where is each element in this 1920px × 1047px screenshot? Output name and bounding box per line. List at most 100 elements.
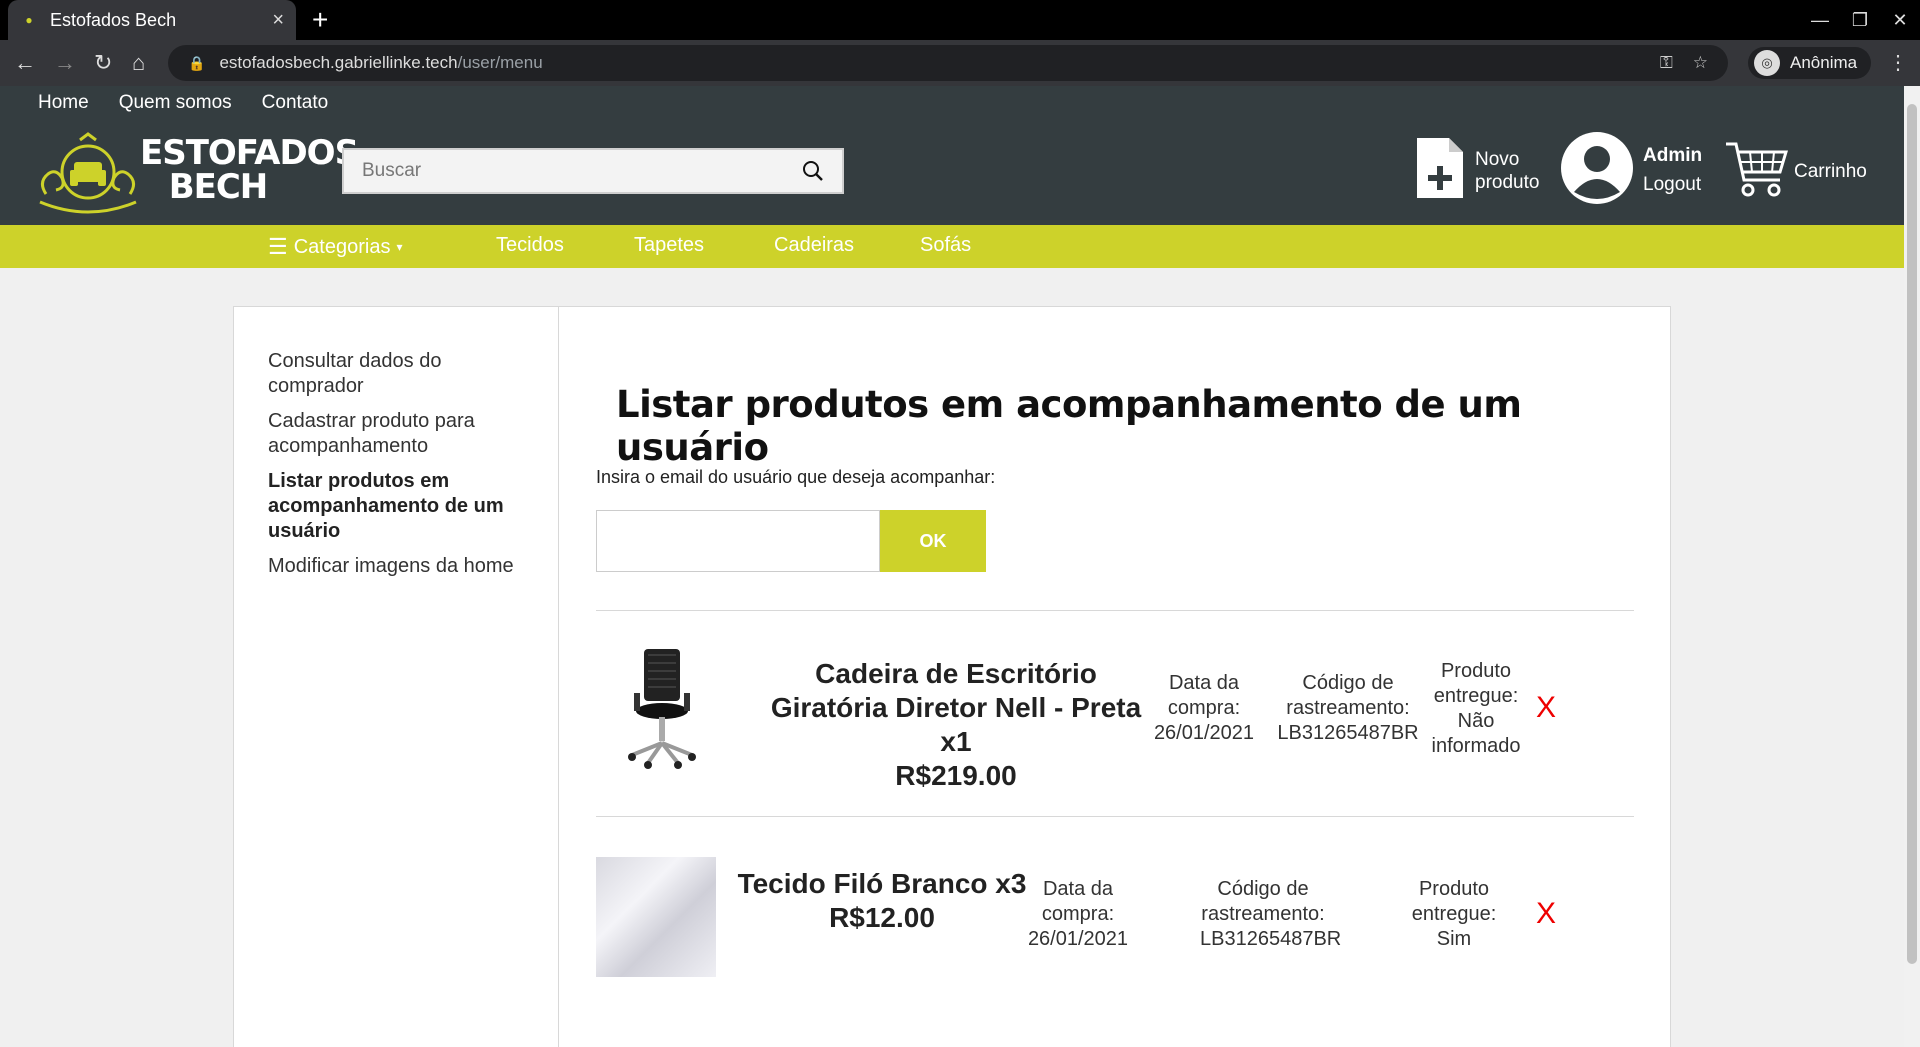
hamburger-icon: ☰ [268, 234, 288, 259]
nav-home[interactable]: Home [38, 92, 89, 114]
sidebar-item-list-tracking[interactable]: Listar produtos em acompanhamento de um … [268, 469, 534, 544]
site-header: Home Quem somos Contato ESTOFADOS BECH B… [0, 86, 1904, 225]
category-bar: ☰ Categorias ▾ Tecidos Tapetes Cadeiras … [0, 225, 1904, 268]
category-tecidos[interactable]: Tecidos [496, 234, 564, 257]
logo[interactable]: ESTOFADOS BECH [36, 132, 359, 216]
category-sofas[interactable]: Sofás [920, 234, 971, 257]
tracking-code-label: Código de rastreamento: [1286, 672, 1410, 719]
remove-button[interactable]: X [1536, 691, 1556, 725]
user-name: Admin [1643, 145, 1703, 166]
new-tab-button[interactable]: + [312, 4, 328, 36]
profile-label: Anônima [1790, 53, 1858, 72]
sidebar-item-buyer-data[interactable]: Consultar dados do comprador [268, 349, 534, 399]
admin-card: Consultar dados do comprador Cadastrar p… [233, 306, 1671, 1047]
product-row: Cadeira de Escritório Giratória Diretor … [596, 611, 1634, 816]
main-content: Listar produtos em acompanhamento de um … [560, 307, 1670, 1047]
sidebar-item-register-tracking[interactable]: Cadastrar produto para acompanhamento [268, 409, 534, 459]
logo-line1: ESTOFADOS [140, 133, 359, 173]
address-bar[interactable]: 🔒 estofadosbech.gabriellinke.tech/user/m… [168, 45, 1728, 81]
user-menu: Admin Logout [1643, 144, 1702, 196]
logo-text: ESTOFADOS BECH [140, 133, 359, 207]
tab-close-icon[interactable]: × [272, 9, 284, 32]
new-product-line2: produto [1475, 172, 1540, 193]
tracking-code: Código de rastreamento: LB31265487BR [1200, 877, 1342, 952]
profile-button[interactable]: ◎ Anônima [1748, 47, 1872, 79]
purchase-date: Data da compra: 26/01/2021 [1144, 671, 1264, 746]
product-image [628, 649, 696, 769]
tab-title: Estofados Bech [50, 9, 177, 30]
scrollbar-thumb[interactable] [1907, 104, 1917, 964]
sidebar-item-home-images[interactable]: Modificar imagens da home [268, 554, 534, 579]
email-field[interactable] [596, 510, 880, 572]
cart-icon[interactable] [1724, 140, 1788, 198]
tracking-code-value: LB31265487BR [1200, 928, 1342, 950]
product-price: R$219.00 [895, 760, 1017, 791]
nav-contact[interactable]: Contato [262, 92, 329, 114]
tracking-code-label: Código de rastreamento: [1201, 878, 1325, 925]
remove-button[interactable]: X [1536, 897, 1556, 931]
search-icon[interactable] [802, 160, 824, 182]
favicon-icon: ● [25, 13, 33, 27]
logo-emblem-icon [39, 132, 137, 214]
delivery-status-value: Não informado [1431, 710, 1521, 757]
user-avatar-icon[interactable] [1561, 132, 1633, 204]
category-cadeiras[interactable]: Cadeiras [774, 234, 854, 257]
email-prompt: Insira o email do usuário que deseja aco… [596, 467, 996, 487]
chevron-down-icon: ▾ [396, 240, 403, 254]
delivery-status-label: Produto entregue: [1411, 878, 1497, 925]
browser-tab[interactable]: ● Estofados Bech × [8, 0, 296, 40]
categories-label: Categorias [293, 235, 391, 258]
back-icon[interactable]: ← [14, 50, 36, 76]
logout-link[interactable]: Logout [1643, 173, 1702, 196]
product-title: Tecido Filó Branco x3 [737, 868, 1027, 899]
product-name: Cadeira de Escritório Giratória Diretor … [756, 657, 1156, 793]
tracking-code: Código de rastreamento: LB31265487BR [1272, 671, 1424, 746]
page-title: Listar produtos em acompanhamento de um … [616, 383, 1522, 469]
scrollbar[interactable] [1904, 86, 1920, 1047]
url-host: estofadosbech.gabriellinke.tech [219, 53, 458, 72]
delivery-status-value: Sim [1436, 928, 1472, 950]
purchase-date-value: 26/01/2021 [1027, 928, 1129, 950]
purchase-date: Data da compra: 26/01/2021 [1016, 877, 1140, 952]
menu-icon[interactable]: ⋮ [1888, 50, 1908, 75]
product-row: Tecido Filó Branco x3 R$12.00 Data da co… [596, 817, 1634, 1017]
minimize-icon[interactable]: — [1800, 10, 1840, 31]
window-controls: — ❐ ✕ [1800, 0, 1920, 40]
product-image [596, 857, 716, 977]
page: Home Quem somos Contato ESTOFADOS BECH B… [0, 86, 1904, 1047]
logo-line2: BECH [168, 167, 269, 207]
home-icon[interactable]: ⌂ [132, 50, 145, 76]
purchase-date-label: Data da compra: [1041, 878, 1115, 925]
product-title: Cadeira de Escritório Giratória Diretor … [770, 658, 1142, 757]
incognito-icon: ◎ [1754, 50, 1780, 76]
close-window-icon[interactable]: ✕ [1880, 10, 1920, 31]
admin-sidebar: Consultar dados do comprador Cadastrar p… [234, 307, 559, 1047]
product-name: Tecido Filó Branco x3 R$12.00 [732, 867, 1032, 935]
purchase-date-label: Data da compra: [1167, 672, 1241, 719]
product-price: R$12.00 [829, 902, 935, 933]
nav-about[interactable]: Quem somos [119, 92, 232, 114]
key-icon[interactable]: ⚿ [1660, 53, 1673, 73]
forward-icon[interactable]: → [54, 50, 76, 76]
url-path: /user/menu [457, 53, 543, 72]
ok-button[interactable]: OK [880, 510, 986, 572]
add-document-icon [1417, 138, 1463, 198]
restore-icon[interactable]: ❐ [1840, 10, 1880, 31]
category-tapetes[interactable]: Tapetes [634, 234, 704, 257]
browser-tab-bar: ● Estofados Bech × + — ❐ ✕ [0, 0, 1920, 40]
categories-menu[interactable]: ☰ Categorias ▾ [268, 234, 402, 260]
search-input[interactable] [362, 160, 802, 182]
lock-icon: 🔒 [188, 54, 206, 71]
tracking-code-value: LB31265487BR [1277, 722, 1419, 744]
delivery-status: Produto entregue: Não informado [1420, 659, 1532, 759]
delivery-status: Produto entregue: Sim [1404, 877, 1504, 952]
top-nav: Home Quem somos Contato [38, 92, 328, 114]
cart-label[interactable]: Carrinho [1794, 160, 1867, 183]
new-product-label: Novo produto [1475, 148, 1539, 194]
search-box [342, 148, 844, 194]
reload-icon[interactable]: ↻ [94, 50, 112, 76]
star-icon[interactable]: ☆ [1693, 53, 1708, 73]
purchase-date-value: 26/01/2021 [1153, 722, 1255, 744]
new-product-line1: Novo [1475, 149, 1520, 170]
delivery-status-label: Produto entregue: [1433, 660, 1519, 707]
